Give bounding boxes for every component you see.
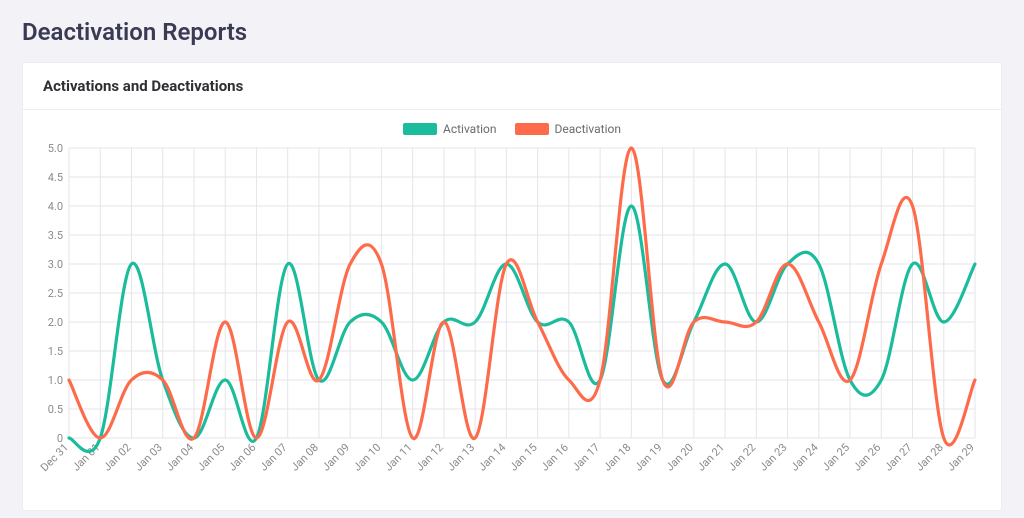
x-tick-label: Jan 04 (163, 441, 196, 474)
x-tick-label: Jan 14 (476, 441, 509, 474)
x-tick-label: Jan 26 (851, 441, 884, 474)
x-tick-label: Jan 24 (788, 441, 821, 474)
svg-text:2.0: 2.0 (48, 316, 63, 329)
x-tick-label: Jan 17 (570, 441, 603, 474)
legend-label-activation: Activation (443, 122, 497, 136)
x-tick-label: Jan 18 (601, 441, 634, 474)
x-tick-label: Jan 21 (694, 441, 727, 474)
series-line-deactivation (69, 148, 975, 445)
x-tick-label: Jan 08 (288, 441, 321, 474)
x-tick-label: Jan 12 (413, 441, 446, 474)
legend-item-activation[interactable]: Activation (403, 122, 497, 136)
svg-text:3.0: 3.0 (48, 258, 63, 271)
x-tick-label: Jan 06 (226, 441, 259, 474)
x-tick-label: Jan 23 (757, 441, 790, 474)
chart-card: Activations and Deactivations Activation… (22, 62, 1002, 511)
svg-text:1.5: 1.5 (48, 345, 63, 358)
x-tick-label: Jan 05 (195, 441, 228, 474)
x-tick-label: Jan 15 (507, 441, 540, 474)
legend-label-deactivation: Deactivation (555, 122, 621, 136)
y-axis: 00.51.01.52.02.53.03.54.04.55.0 (48, 142, 63, 445)
svg-text:1.0: 1.0 (48, 374, 63, 387)
x-tick-label: Jan 22 (726, 441, 759, 474)
svg-text:4.5: 4.5 (48, 171, 63, 184)
svg-text:5.0: 5.0 (48, 142, 63, 155)
x-tick-label: Jan 11 (382, 441, 415, 474)
page-title: Deactivation Reports (22, 18, 1002, 46)
x-tick-label: Jan 16 (538, 441, 571, 474)
x-tick-label: Jan 07 (257, 441, 290, 474)
x-tick-label: Jan 13 (445, 441, 478, 474)
svg-text:0.5: 0.5 (48, 403, 63, 416)
x-tick-label: Jan 02 (101, 441, 134, 474)
line-chart: 00.51.01.52.02.53.03.54.04.55.0Dec 31Jan… (37, 142, 985, 502)
svg-text:3.5: 3.5 (48, 229, 63, 242)
svg-text:2.5: 2.5 (48, 287, 63, 300)
x-tick-label: Jan 09 (320, 441, 353, 474)
legend-swatch-activation (403, 123, 437, 135)
svg-text:4.0: 4.0 (48, 200, 63, 213)
x-tick-label: Jan 19 (632, 441, 665, 474)
chart-legend: Activation Deactivation (37, 122, 987, 136)
series-line-activation (69, 206, 975, 452)
x-tick-label: Jan 27 (882, 441, 915, 474)
x-tick-label: Dec 31 (38, 441, 71, 474)
x-tick-label: Jan 25 (819, 441, 852, 474)
card-title: Activations and Deactivations (23, 63, 1001, 110)
x-axis: Dec 31Jan 01Jan 02Jan 03Jan 04Jan 05Jan … (38, 441, 977, 474)
x-tick-label: Jan 28 (913, 441, 946, 474)
x-tick-label: Jan 20 (663, 441, 696, 474)
chart-container: Activation Deactivation 00.51.01.52.02.5… (23, 110, 1001, 510)
legend-item-deactivation[interactable]: Deactivation (515, 122, 621, 136)
x-tick-label: Jan 10 (351, 441, 384, 474)
legend-swatch-deactivation (515, 123, 549, 135)
x-tick-label: Jan 03 (132, 441, 165, 474)
